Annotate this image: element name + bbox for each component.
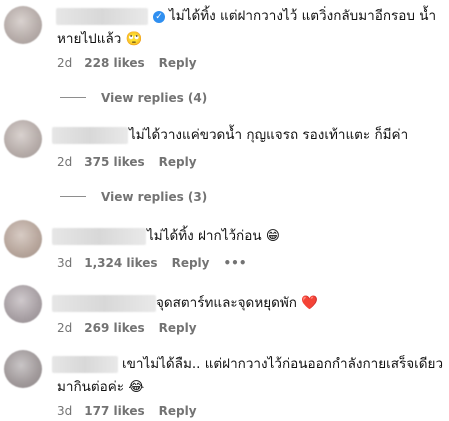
view-replies-label: View replies (4) xyxy=(101,91,208,105)
view-replies-label: View replies (3) xyxy=(101,190,208,204)
reply-button[interactable]: Reply xyxy=(172,256,210,270)
view-replies-button[interactable]: View replies (4) xyxy=(60,90,207,106)
comment-age: 2d xyxy=(57,155,73,169)
avatar[interactable] xyxy=(4,220,42,258)
username-redacted[interactable] xyxy=(52,295,156,312)
comment-text: ไม่ได้วางแค่ขวดน้ำ กุญแจรถ รองเท้าแตะ ก็… xyxy=(129,127,409,143)
comment-meta: 2d 269 likes Reply xyxy=(57,320,211,336)
divider xyxy=(60,97,86,98)
comment-age: 3d xyxy=(57,404,73,418)
comment-meta: 2d 228 likes Reply xyxy=(57,55,211,71)
reply-button[interactable]: Reply xyxy=(159,404,197,418)
comment-text: จุดสตาร์ทและจุดหยุดพัก ❤️ xyxy=(156,295,319,311)
comment-text: ไม่ได้ทิ้ง ฝากไว้ก่อน 😁 xyxy=(147,228,280,244)
comment-text-line1: เขาไม่ได้ลืม.. แต่ฝากวางไว้ก่อนออกกำลังก… xyxy=(122,356,444,372)
view-replies-button[interactable]: View replies (3) xyxy=(60,189,207,205)
likes-count[interactable]: 228 likes xyxy=(84,56,144,70)
likes-count[interactable]: 1,324 likes xyxy=(84,256,157,270)
likes-count[interactable]: 375 likes xyxy=(84,155,144,169)
verified-badge-icon: ✓ xyxy=(153,11,165,23)
comment-meta: 3d 1,324 likes Reply ••• xyxy=(57,255,261,271)
reply-button[interactable]: Reply xyxy=(159,155,197,169)
comment-text-line1: ไม่ได้ทิ้ง แต่ฝากวางไว้ แตวิ่งกลับมาอีกร… xyxy=(169,8,437,24)
comment-text-line2: มากินต่อค่ะ 😂 xyxy=(57,379,145,395)
username-redacted[interactable] xyxy=(52,356,118,373)
avatar[interactable] xyxy=(4,350,42,388)
reply-button[interactable]: Reply xyxy=(159,56,197,70)
comment-meta: 3d 177 likes Reply xyxy=(57,403,211,419)
more-options-icon[interactable]: ••• xyxy=(223,256,246,270)
comment-meta: 2d 375 likes Reply xyxy=(57,154,211,170)
comment-text-line2: หายไปแล้ว 🙄 xyxy=(57,31,143,47)
comment-age: 2d xyxy=(57,56,73,70)
username-redacted[interactable] xyxy=(52,127,128,144)
username-redacted[interactable] xyxy=(56,8,148,25)
comment-text: ✓ ไม่ได้ทิ้ง แต่ฝากวางไว้ แตวิ่งกลับมาอีก… xyxy=(153,5,436,28)
avatar[interactable] xyxy=(4,285,42,323)
comment-age: 2d xyxy=(57,321,73,335)
username-redacted[interactable] xyxy=(52,228,146,245)
likes-count[interactable]: 177 likes xyxy=(84,404,144,418)
avatar[interactable] xyxy=(4,120,42,158)
likes-count[interactable]: 269 likes xyxy=(84,321,144,335)
reply-button[interactable]: Reply xyxy=(159,321,197,335)
comment-age: 3d xyxy=(57,256,73,270)
divider xyxy=(60,196,86,197)
avatar[interactable] xyxy=(4,6,42,44)
